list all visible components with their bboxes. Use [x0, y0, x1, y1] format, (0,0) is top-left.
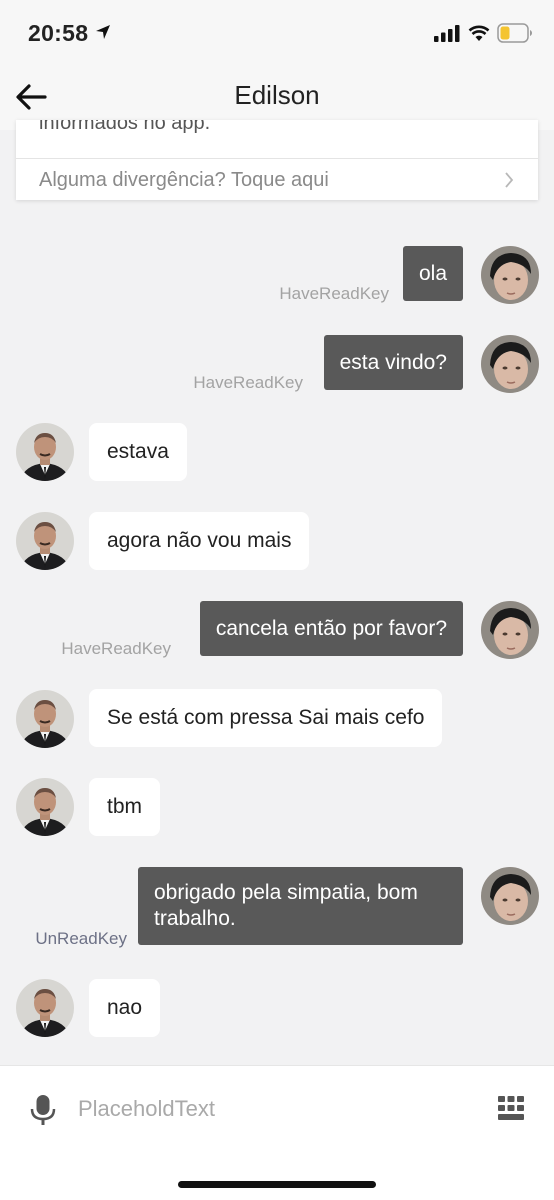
- home-indicator-area: [0, 1153, 554, 1200]
- user-avatar: [481, 601, 539, 659]
- status-bar: 20:58: [0, 0, 554, 66]
- location-arrow-icon: [96, 25, 110, 39]
- driver-avatar: [16, 512, 74, 570]
- keyboard-icon[interactable]: [497, 1094, 525, 1122]
- driver-avatar: [16, 778, 74, 836]
- driver-avatar: [16, 690, 74, 748]
- driver-avatar: [16, 423, 74, 481]
- status-time: 20:58: [28, 20, 89, 46]
- info-card: informados no app. Alguma divergência? T…: [16, 120, 538, 200]
- cellular-signal-icon: [434, 25, 460, 42]
- incoming-message-bubble: nao: [89, 979, 161, 1037]
- info-card-clipped-text: informados no app.: [39, 120, 211, 134]
- microphone-icon[interactable]: [30, 1094, 56, 1126]
- incoming-message-bubble: agora não vou mais: [89, 512, 310, 570]
- outgoing-message-bubble: esta vindo?: [323, 335, 463, 390]
- outgoing-message-bubble: ola: [402, 246, 463, 301]
- chevron-right-icon: [505, 172, 514, 188]
- incoming-message-bubble: tbm: [89, 778, 161, 836]
- user-avatar: [481, 867, 539, 925]
- message-input-bar: PlaceholdText: [0, 1065, 554, 1154]
- read-status-label: HaveReadKey: [193, 373, 303, 392]
- incoming-message-bubble: Se está com pressa Sai mais cefo: [89, 689, 443, 747]
- read-status-label: HaveReadKey: [61, 639, 171, 658]
- wifi-icon: [468, 25, 490, 41]
- read-status-label: HaveReadKey: [279, 284, 389, 303]
- user-avatar: [481, 335, 539, 393]
- battery-icon: [497, 23, 532, 43]
- divergence-report-label: Alguma divergência? Toque aqui: [39, 169, 329, 191]
- user-avatar: [481, 246, 539, 304]
- incoming-message-bubble: estava: [89, 423, 187, 481]
- page-title: Edilson: [234, 80, 320, 110]
- driver-avatar: [16, 979, 74, 1037]
- divergence-report-row[interactable]: Alguma divergência? Toque aqui: [16, 158, 538, 200]
- read-status-label: UnReadKey: [35, 929, 127, 948]
- home-indicator[interactable]: [178, 1181, 376, 1188]
- outgoing-message-bubble: obrigado pela simpatia, bom trabalho.: [138, 867, 463, 945]
- outgoing-message-bubble: cancela então por favor?: [199, 601, 463, 656]
- message-input[interactable]: PlaceholdText: [78, 1096, 215, 1122]
